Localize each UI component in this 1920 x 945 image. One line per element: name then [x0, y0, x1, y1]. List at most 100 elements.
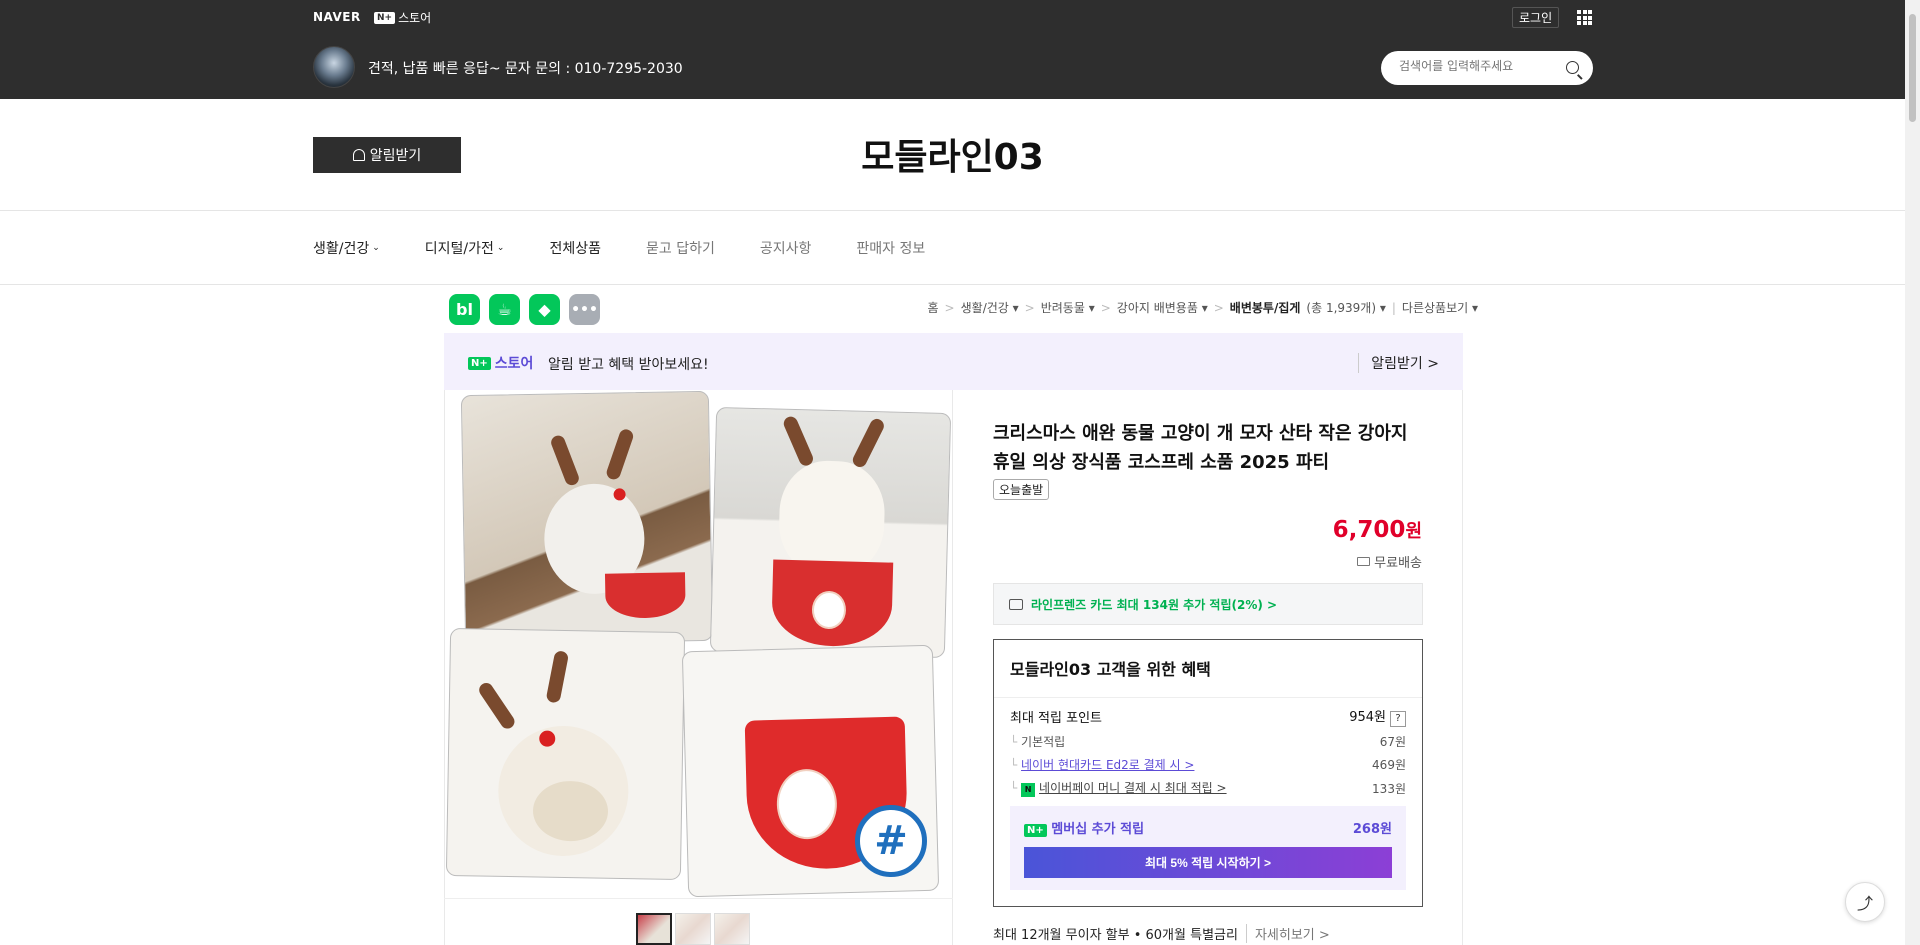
nplus-badge: N+ [468, 356, 491, 370]
blog-share-icon[interactable]: bl [449, 294, 480, 325]
credit-card-icon [1009, 598, 1023, 610]
breadcrumb-separator: > [1100, 300, 1111, 315]
chevron-down-icon: ⌄ [372, 243, 380, 253]
breadcrumb-item[interactable]: 반려동물 ▾ [1041, 299, 1095, 316]
divider [444, 898, 953, 899]
product-title: 크리스마스 애완 동물 고양이 개 모자 산타 작은 강아지 휴일 의상 장식품… [993, 423, 1408, 473]
product-photo-dog[interactable] [709, 406, 952, 659]
hyundai-card-link[interactable]: 네이버 현대카드 Ed2로 결제 시 > [1021, 758, 1194, 772]
hash-badge: # [855, 805, 927, 877]
thumbnail-item[interactable] [636, 913, 672, 945]
breadcrumb-other-products[interactable]: 다른상품보기 ▾ [1402, 299, 1478, 316]
nav-item-label: 생활/건강 [313, 241, 370, 257]
breadcrumb-separator: > [1024, 300, 1035, 315]
search-icon[interactable] [1566, 61, 1579, 74]
banner-store-label: 스토어 [494, 356, 534, 372]
store-title[interactable]: 모들라인03 [0, 128, 1905, 180]
store-avatar[interactable] [313, 46, 355, 88]
naver-logo[interactable]: NAVER [313, 10, 361, 24]
today-ship-badge: 오늘출발 [993, 479, 1050, 500]
nav-item-seller-info[interactable]: 판매자 정보 [856, 238, 925, 258]
price-value: 6,700 [1332, 517, 1406, 543]
breadcrumb-current[interactable]: 배변봉투/집게 [1230, 299, 1301, 316]
shipping-info: 무료배송 [1357, 552, 1422, 571]
top-bar: NAVER N+ 스토어 로그인 견적, 납품 빠른 응답~ 문자 문의 : 0… [0, 0, 1905, 99]
points-row-value: 133원 [1372, 781, 1406, 796]
breadcrumb-separator: | [1391, 300, 1396, 315]
nav-item-qna[interactable]: 묻고 답하기 [646, 238, 715, 258]
nav-item-notice[interactable]: 공지사항 [760, 238, 812, 258]
breadcrumb-item[interactable]: 강아지 배변용품 ▾ [1117, 299, 1208, 316]
chevron-down-icon: ⌄ [496, 243, 505, 253]
banner-notify-link[interactable]: 알림받기 > [1358, 353, 1439, 373]
antler-shape [476, 680, 518, 732]
divider [0, 210, 1905, 211]
product-price: 6,700원 [1333, 517, 1422, 543]
membership-start-button[interactable]: 최대 5% 적립 시작하기 > [1024, 847, 1392, 878]
search-box[interactable] [1381, 51, 1593, 85]
share-icons: bl ☕ ◆ ••• [449, 294, 600, 325]
antler-shape [545, 649, 570, 704]
points-row: N네이버페이 머니 결제 시 최대 적립 > 133원 [1010, 779, 1406, 797]
card-offer[interactable]: 라인프렌즈 카드 최대 134원 추가 적립(2%) > [993, 583, 1423, 625]
scrollbar-thumb[interactable] [1909, 14, 1916, 122]
nav-item-health[interactable]: 생활/건강 ⌄ [313, 238, 380, 258]
npay-money-link[interactable]: 네이버페이 머니 결제 시 최대 적립 > [1039, 781, 1227, 795]
cafe-share-icon[interactable]: ☕ [489, 294, 520, 325]
nav-item-label: 디지털/가전 [424, 241, 494, 257]
installment-more-link[interactable]: 자세히보기 > [1245, 924, 1330, 943]
breadcrumb-count[interactable]: (총 1,939개) ▾ [1306, 299, 1385, 316]
benefit-title: 모들라인03 고객을 위한 혜택 [1010, 660, 1211, 679]
membership-box: N+ 멤버십 추가 적립 268원 최대 5% 적립 시작하기 > [1010, 806, 1406, 890]
max-points-label: 최대 적립 포인트 [1010, 711, 1102, 726]
points-row: 네이버 현대카드 Ed2로 결제 시 > 469원 [1010, 756, 1406, 773]
divider [994, 697, 1422, 698]
share-float-icon[interactable]: ⤴ [1845, 882, 1885, 922]
membership-label-wrap: N+ 멤버십 추가 적립 [1024, 818, 1144, 837]
max-points-row: 최대 적립 포인트 954원? [1010, 706, 1406, 727]
points-row-label-wrap: N네이버페이 머니 결제 시 최대 적립 > [1010, 779, 1227, 797]
red-bib [604, 572, 686, 619]
nav-item-digital[interactable]: 디지털/가전 ⌄ [425, 238, 505, 258]
nplus-badge: N+ [374, 11, 396, 24]
help-icon[interactable]: ? [1390, 711, 1406, 727]
max-points-value: 954원 [1349, 710, 1386, 725]
divider [0, 284, 1905, 285]
breadcrumb-item[interactable]: 홈 [928, 299, 939, 316]
membership-row: N+ 멤버십 추가 적립 268원 [1024, 818, 1392, 837]
shipping-label: 무료배송 [1374, 556, 1422, 571]
banner-text: 알림 받고 혜택 받아보세요! [548, 357, 709, 373]
points-row: 기본적립 67원 [1010, 733, 1406, 750]
thumbnail-item[interactable] [714, 913, 750, 945]
truck-icon [1357, 557, 1371, 566]
product-photo-cat[interactable] [460, 390, 714, 646]
antler-shape [549, 433, 581, 488]
nav-item-all-products[interactable]: 전체상품 [549, 238, 601, 258]
price-unit: 원 [1405, 521, 1422, 542]
points-row-value: 469원 [1372, 758, 1406, 772]
more-icon[interactable]: ••• [569, 294, 600, 325]
search-input[interactable] [1399, 59, 1559, 73]
nstore-label: 스토어 [398, 11, 432, 25]
antler-shape [781, 414, 816, 468]
points-row-label: 기본적립 [1010, 733, 1065, 750]
benefit-box: 모들라인03 고객을 위한 혜택 최대 적립 포인트 954원? 기본적립 67… [993, 639, 1423, 907]
breadcrumb-separator: > [944, 300, 955, 315]
store-description: 견적, 납품 빠른 응답~ 문자 문의 : 010-7295-2030 [368, 61, 683, 77]
product-photo-hat[interactable] [445, 627, 686, 881]
nstore-logo[interactable]: N+ 스토어 [374, 9, 431, 26]
breadcrumb: 홈 > 생활/건강 ▾ > 반려동물 ▾ > 강아지 배변용품 ▾ > 배변봉투… [928, 299, 1479, 316]
scrollbar[interactable] [1905, 0, 1920, 945]
category-nav: 생활/건강 ⌄ 디지털/가전 ⌄ 전체상품 묻고 답하기 공지사항 판매자 정보 [313, 238, 970, 258]
apps-grid-icon[interactable] [1577, 10, 1592, 25]
bookmark-share-icon[interactable]: ◆ [529, 294, 560, 325]
npay-icon: N [1021, 783, 1036, 797]
breadcrumb-item[interactable]: 생활/건강 ▾ [961, 299, 1019, 316]
antler-shape [604, 427, 635, 482]
membership-value: 268원 [1352, 822, 1392, 837]
thumbnail-item[interactable] [675, 913, 711, 945]
breadcrumb-separator: > [1213, 300, 1224, 315]
points-row-label-wrap: 네이버 현대카드 Ed2로 결제 시 > [1010, 756, 1194, 773]
login-button[interactable]: 로그인 [1512, 7, 1560, 28]
banner-logo: N+ 스토어 [468, 353, 533, 373]
